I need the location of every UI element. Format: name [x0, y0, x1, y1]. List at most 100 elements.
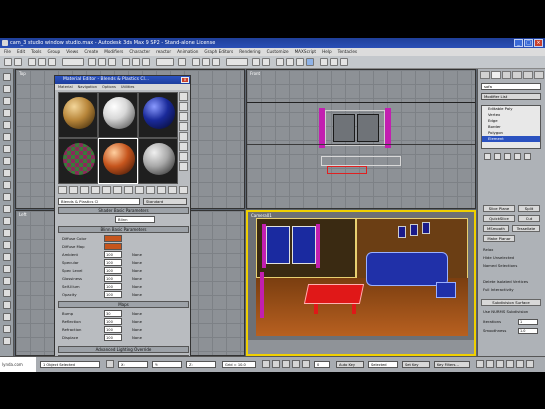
tab-utilities[interactable]	[534, 71, 544, 79]
copy-material-icon[interactable]	[102, 186, 111, 194]
next-frame-icon[interactable]	[292, 360, 300, 368]
param-map-button[interactable]: None	[132, 252, 142, 257]
menu-animation[interactable]: Animation	[177, 48, 198, 56]
quickslice-button[interactable]: QuickSlice	[483, 215, 515, 222]
iterations-spinner[interactable]: 1	[518, 319, 538, 325]
menu-character[interactable]: Character	[129, 48, 150, 56]
material-editor-close-button[interactable]: ×	[181, 77, 189, 83]
me-menu-utilities[interactable]: Utilities	[121, 84, 135, 90]
map-amount[interactable]: 100	[104, 326, 122, 333]
tool-icon-4[interactable]	[3, 109, 11, 117]
msmooth-button[interactable]: MSmooth	[483, 225, 509, 232]
tool-icon-7[interactable]	[3, 145, 11, 153]
rotate-icon[interactable]	[132, 58, 140, 66]
param-value[interactable]: 100	[104, 259, 122, 266]
angle-snap-icon[interactable]	[202, 58, 210, 66]
material-slot[interactable]	[138, 92, 178, 138]
put-to-library-icon[interactable]	[124, 186, 133, 194]
shader-rollout[interactable]: Shader Basic Parameters	[58, 207, 189, 214]
delete-isolated-checkbox[interactable]: Delete Isolated Vertices	[483, 279, 528, 284]
snap-icon[interactable]	[192, 58, 200, 66]
param-value[interactable]: 100	[104, 283, 122, 290]
options-icon[interactable]	[179, 152, 188, 161]
pivot-center-icon[interactable]	[178, 58, 186, 66]
show-end-result-icon[interactable]	[157, 186, 166, 194]
menu-help[interactable]: Help	[322, 48, 332, 56]
select-object-icon[interactable]	[88, 58, 96, 66]
tab-modify[interactable]	[490, 71, 501, 79]
tool-icon-10[interactable]	[3, 181, 11, 189]
menu-reactor[interactable]: reactor	[156, 48, 171, 56]
menu-graph-editors[interactable]: Graph Editors	[204, 48, 233, 56]
map-button[interactable]: None	[132, 335, 142, 340]
param-value[interactable]: 100	[104, 275, 122, 282]
orbit-icon[interactable]	[516, 360, 524, 368]
diffuse-map-swatch[interactable]	[104, 243, 122, 250]
tool-icon-22[interactable]	[3, 325, 11, 333]
param-map-button[interactable]: None	[132, 260, 142, 265]
background-icon[interactable]	[179, 112, 188, 121]
tool-icon-2[interactable]	[3, 85, 11, 93]
tool-icon-9[interactable]	[3, 169, 11, 177]
map-amount[interactable]: 100	[104, 334, 122, 341]
close-button[interactable]: ×	[534, 39, 543, 47]
menu-rendering[interactable]: Rendering	[239, 48, 260, 56]
backlight-icon[interactable]	[179, 102, 188, 111]
param-map-button[interactable]: None	[132, 268, 142, 273]
tool-icon-6[interactable]	[3, 133, 11, 141]
material-slot[interactable]	[98, 92, 138, 138]
reference-coordinate-dropdown[interactable]	[156, 58, 174, 66]
x-coordinate-field[interactable]: X:	[118, 361, 148, 368]
curve-editor-icon[interactable]	[286, 58, 294, 66]
tool-icon-3[interactable]	[3, 97, 11, 105]
zoom-icon[interactable]	[476, 360, 484, 368]
param-map-button[interactable]: None	[132, 284, 142, 289]
tool-icon-14[interactable]	[3, 229, 11, 237]
use-nurms-checkbox[interactable]: Use NURMS Subdivision	[483, 309, 528, 314]
menu-views[interactable]: Views	[66, 48, 78, 56]
map-button[interactable]: None	[132, 311, 142, 316]
key-mode-dropdown[interactable]: Selected	[368, 361, 398, 368]
named-selection-field[interactable]	[226, 58, 248, 66]
play-icon[interactable]	[282, 360, 290, 368]
param-map-button[interactable]: None	[132, 292, 142, 297]
extended-params-rollout[interactable]: Maps	[58, 301, 189, 308]
param-value[interactable]: 100	[104, 251, 122, 258]
material-slot[interactable]	[58, 138, 98, 184]
undo-icon[interactable]	[4, 58, 12, 66]
key-filters-button[interactable]: Key Filters...	[434, 361, 470, 368]
viewport-label[interactable]: Front	[250, 71, 260, 76]
auto-key-button[interactable]: Auto Key	[336, 361, 364, 368]
viewport-label[interactable]: Top	[19, 71, 26, 76]
reset-map-icon[interactable]	[91, 186, 100, 194]
tool-icon-5[interactable]	[3, 121, 11, 129]
scale-icon[interactable]	[142, 58, 150, 66]
select-by-material-icon[interactable]	[179, 162, 188, 171]
material-name-field[interactable]: Blends & Plastics Cl	[58, 197, 140, 205]
show-map-in-viewport-icon[interactable]	[146, 186, 155, 194]
layer-manager-icon[interactable]	[276, 58, 284, 66]
map-amount[interactable]: 30	[104, 310, 122, 317]
menu-tools[interactable]: Tools	[31, 48, 41, 56]
tool-icon-11[interactable]	[3, 193, 11, 201]
maximize-viewport-icon[interactable]	[526, 360, 534, 368]
go-to-end-icon[interactable]	[302, 360, 310, 368]
me-menu-material[interactable]: Material	[58, 84, 73, 90]
unlink-icon[interactable]	[38, 58, 46, 66]
tool-icon-8[interactable]	[3, 157, 11, 165]
tool-icon-1[interactable]	[3, 73, 11, 81]
tool-icon-19[interactable]	[3, 289, 11, 297]
lock-selection-icon[interactable]	[106, 360, 114, 368]
put-to-scene-icon[interactable]	[69, 186, 78, 194]
go-forward-to-sibling-icon[interactable]	[179, 186, 188, 194]
slice-plane-button[interactable]: Slice Plane	[483, 205, 515, 212]
render-setup-icon[interactable]	[320, 58, 328, 66]
material-slot[interactable]	[138, 138, 178, 184]
modifier-list-dropdown[interactable]: Modifier List	[481, 93, 541, 100]
quick-render-icon[interactable]	[340, 58, 348, 66]
split-button[interactable]: Split	[518, 205, 540, 212]
z-coordinate-field[interactable]: Z:	[186, 361, 216, 368]
smoothness-spinner[interactable]: 1.0	[518, 328, 538, 334]
viewport-label[interactable]: Left	[19, 212, 27, 217]
menu-modifiers[interactable]: Modifiers	[104, 48, 123, 56]
